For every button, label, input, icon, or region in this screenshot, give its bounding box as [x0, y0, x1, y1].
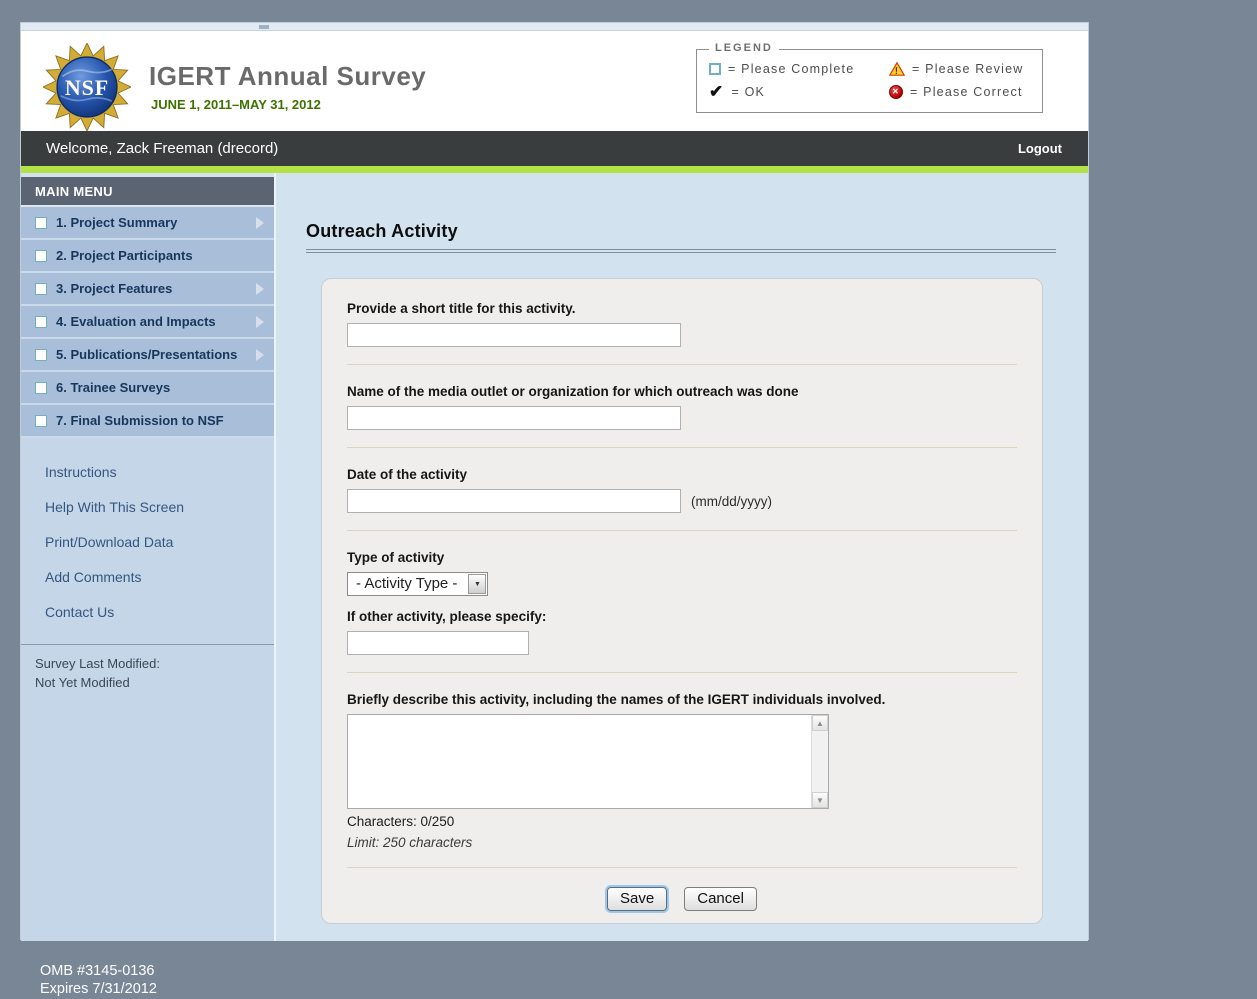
section-divider — [347, 672, 1017, 673]
textarea-scrollbar[interactable]: ▲ ▼ — [811, 715, 828, 808]
ok-check-icon: ✔ — [709, 86, 724, 98]
submenu-arrow-icon — [256, 349, 264, 361]
link-contact-us[interactable]: Contact Us — [45, 604, 274, 620]
last-modified-value: Not Yet Modified — [35, 673, 260, 692]
legend-item-complete: = Please Complete — [709, 62, 889, 76]
sidebar: MAIN MENU 1. Project Summary 2. Project … — [21, 173, 276, 941]
omb-footer: OMB #3145-0136 Expires 7/31/2012 — [40, 962, 157, 998]
survey-window: NSF IGERT Annual Survey JUNE 1, 2011–MAY… — [20, 22, 1089, 940]
media-outlet-label: Name of the media outlet or organization… — [347, 384, 1017, 399]
window-top-strip — [21, 23, 1088, 31]
link-add-comments[interactable]: Add Comments — [45, 569, 274, 585]
sidebar-links: Instructions Help With This Screen Print… — [21, 438, 274, 620]
sidebar-item-label: 2. Project Participants — [56, 248, 193, 263]
describe-activity-label: Briefly describe this activity, includin… — [347, 692, 1017, 707]
sidebar-item-project-participants[interactable]: 2. Project Participants — [21, 240, 274, 273]
submenu-arrow-icon — [256, 283, 264, 295]
legend-item-ok: ✔ = OK — [709, 85, 889, 99]
save-button[interactable]: Save — [607, 887, 667, 911]
page-title: Outreach Activity — [306, 221, 1088, 242]
nsf-logo-icon: NSF — [43, 43, 131, 131]
complete-checkbox-icon — [35, 415, 47, 427]
outreach-activity-form: Provide a short title for this activity.… — [321, 278, 1043, 924]
sidebar-item-project-summary[interactable]: 1. Project Summary — [21, 207, 274, 240]
complete-checkbox-icon — [35, 382, 47, 394]
complete-checkbox-icon — [35, 250, 47, 262]
section-divider — [347, 867, 1017, 868]
activity-date-label: Date of the activity — [347, 467, 1017, 482]
characters-counter: Characters: 0/250 — [347, 814, 1017, 829]
short-title-label: Provide a short title for this activity. — [347, 301, 1017, 316]
svg-text:!: ! — [895, 66, 900, 76]
please-correct-icon: ✕ — [889, 85, 903, 99]
section-divider — [347, 530, 1017, 531]
legend-box: LEGEND = Please Complete ! = Please Revi… — [696, 49, 1043, 113]
section-divider — [347, 447, 1017, 448]
complete-checkbox-icon — [35, 217, 47, 229]
sidebar-item-final-submission[interactable]: 7. Final Submission to NSF — [21, 405, 274, 438]
survey-last-modified: Survey Last Modified: Not Yet Modified — [21, 645, 274, 701]
form-actions: Save Cancel — [347, 887, 1017, 911]
sidebar-item-project-features[interactable]: 3. Project Features — [21, 273, 274, 306]
other-activity-input[interactable] — [347, 631, 529, 655]
dropdown-arrow-icon[interactable]: ▼ — [468, 574, 486, 594]
cancel-button[interactable]: Cancel — [684, 887, 757, 911]
submenu-arrow-icon — [256, 217, 264, 229]
characters-limit-note: Limit: 250 characters — [347, 835, 1017, 850]
date-format-hint: (mm/dd/yyyy) — [691, 494, 772, 509]
scroll-up-icon[interactable]: ▲ — [812, 715, 828, 731]
section-divider — [347, 364, 1017, 365]
legend-item-review: ! = Please Review — [889, 62, 1032, 76]
selected-option: - Activity Type - — [348, 573, 467, 595]
submenu-arrow-icon — [256, 316, 264, 328]
link-instructions[interactable]: Instructions — [45, 464, 274, 480]
warning-icon: ! — [889, 62, 905, 76]
page-header: NSF IGERT Annual Survey JUNE 1, 2011–MAY… — [21, 31, 1088, 131]
sidebar-item-label: 6. Trainee Surveys — [56, 380, 170, 395]
user-bar: Welcome, Zack Freeman (drecord) Logout — [21, 131, 1088, 166]
activity-type-label: Type of activity — [347, 550, 1017, 565]
sidebar-item-label: 4. Evaluation and Impacts — [56, 314, 216, 329]
last-modified-label: Survey Last Modified: — [35, 654, 260, 673]
main-content: Outreach Activity Provide a short title … — [276, 173, 1088, 941]
media-outlet-input[interactable] — [347, 406, 681, 430]
legend-complete-label: = Please Complete — [728, 62, 854, 76]
main-menu-header: MAIN MENU — [21, 177, 274, 207]
sidebar-item-label: 3. Project Features — [56, 281, 172, 296]
short-title-input[interactable] — [347, 323, 681, 347]
scrollbar-thumb[interactable] — [259, 25, 269, 29]
survey-date-range: JUNE 1, 2011–MAY 31, 2012 — [151, 97, 321, 112]
title-divider — [306, 249, 1056, 253]
other-activity-label: If other activity, please specify: — [347, 609, 1017, 624]
activity-type-select[interactable]: - Activity Type - ▼ — [347, 572, 488, 596]
welcome-text: Welcome, Zack Freeman (drecord) — [46, 140, 278, 157]
app-title: IGERT Annual Survey — [149, 61, 426, 92]
please-complete-icon — [709, 63, 721, 75]
complete-checkbox-icon — [35, 283, 47, 295]
link-help-with-this-screen[interactable]: Help With This Screen — [45, 499, 274, 515]
activity-date-input[interactable] — [347, 489, 681, 513]
describe-activity-textarea-frame: ▲ ▼ — [347, 714, 829, 809]
sidebar-item-label: 1. Project Summary — [56, 215, 177, 230]
legend-ok-label: = OK — [731, 85, 765, 99]
sidebar-item-trainee-surveys[interactable]: 6. Trainee Surveys — [21, 372, 274, 405]
accent-stripe — [21, 166, 1088, 173]
legend-correct-label: = Please Correct — [910, 85, 1023, 99]
sidebar-item-label: 5. Publications/Presentations — [56, 347, 237, 362]
sidebar-item-evaluation-impacts[interactable]: 4. Evaluation and Impacts — [21, 306, 274, 339]
sidebar-item-publications-presentations[interactable]: 5. Publications/Presentations — [21, 339, 274, 372]
scroll-down-icon[interactable]: ▼ — [812, 792, 828, 808]
logout-link[interactable]: Logout — [1018, 141, 1062, 156]
omb-number: OMB #3145-0136 — [40, 962, 157, 980]
complete-checkbox-icon — [35, 349, 47, 361]
nsf-logo-text: NSF — [65, 75, 109, 100]
legend-item-correct: ✕ = Please Correct — [889, 85, 1032, 99]
complete-checkbox-icon — [35, 316, 47, 328]
link-print-download-data[interactable]: Print/Download Data — [45, 534, 274, 550]
omb-expires: Expires 7/31/2012 — [40, 980, 157, 998]
legend-review-label: = Please Review — [912, 62, 1023, 76]
describe-activity-textarea[interactable] — [348, 715, 811, 808]
legend-title: LEGEND — [709, 42, 779, 54]
sidebar-item-label: 7. Final Submission to NSF — [56, 413, 224, 428]
